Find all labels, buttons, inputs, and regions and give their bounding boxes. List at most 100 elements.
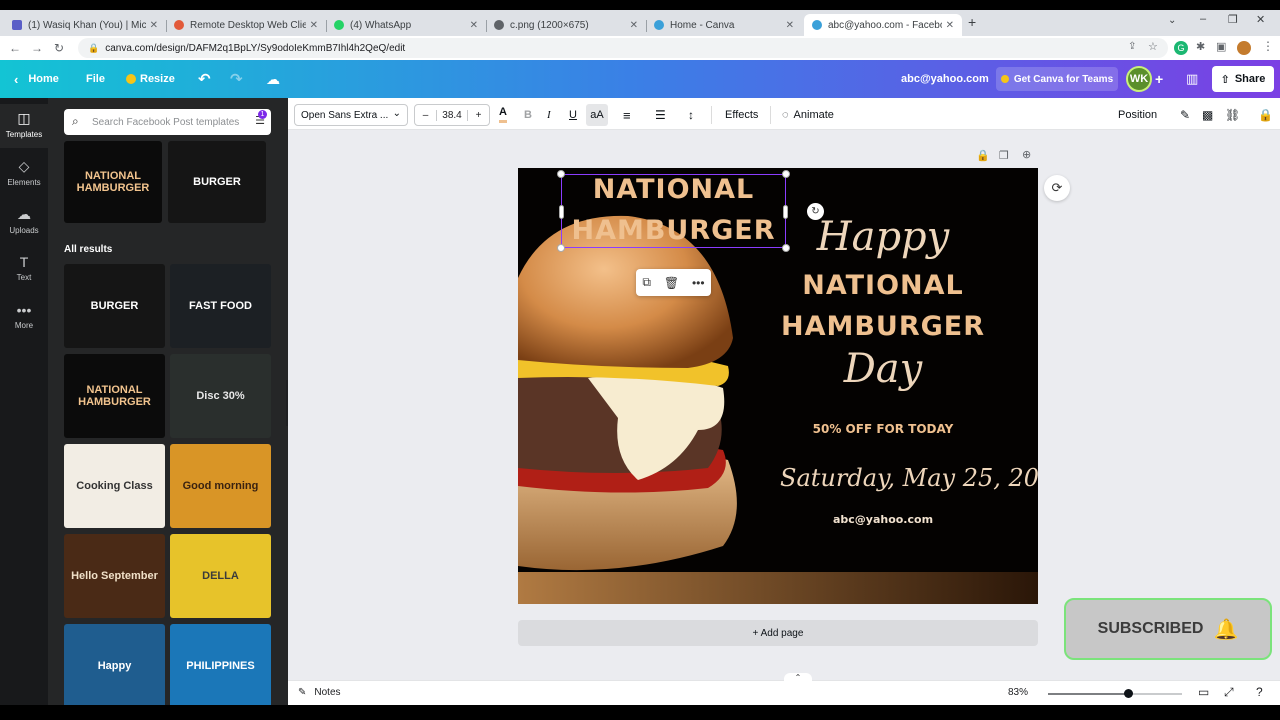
position-button[interactable]: Position — [1118, 104, 1157, 126]
link-icon[interactable]: ⛓ — [1225, 104, 1240, 126]
duplicate-page-icon[interactable]: ❐ — [999, 149, 1009, 162]
rail-item-uploads[interactable]: ☁ Uploads — [0, 206, 48, 235]
day-script-text[interactable]: Day — [798, 346, 968, 392]
page-view-icon[interactable]: ▭ — [1198, 685, 1209, 699]
template-thumbnail[interactable]: BURGER — [168, 141, 266, 223]
restore-icon[interactable]: ❐ — [1228, 13, 1238, 26]
template-thumbnail[interactable]: Disc 30% — [170, 354, 271, 438]
rail-item-elements[interactable]: ◇ Elements — [0, 158, 48, 187]
align-center-icon[interactable]: ≡ — [623, 104, 631, 126]
add-collaborator-icon[interactable]: + — [1155, 60, 1163, 98]
template-thumbnail[interactable]: Good morning — [170, 444, 271, 528]
reload-icon[interactable]: ↻ — [48, 41, 70, 55]
template-thumbnail[interactable]: BURGER — [64, 264, 165, 348]
browser-tab-remote-desktop[interactable]: Remote Desktop Web Client ✕ — [166, 14, 326, 36]
zoom-value[interactable]: 83% — [1008, 687, 1028, 698]
help-icon[interactable]: ? — [1256, 685, 1263, 699]
list-icon[interactable]: ☰ — [655, 104, 666, 126]
resize-handle[interactable] — [783, 205, 788, 219]
template-thumbnail[interactable]: Hello September — [64, 534, 165, 618]
avatar[interactable]: WK — [1126, 66, 1152, 92]
zoom-slider[interactable] — [1048, 689, 1182, 698]
template-thumbnail[interactable]: NATIONAL HAMBURGER — [64, 354, 165, 438]
grammarly-icon[interactable]: G — [1174, 41, 1188, 55]
browser-tab-canva-home[interactable]: Home - Canva ✕ — [646, 14, 802, 36]
bold-icon[interactable]: B — [524, 104, 532, 126]
email-text[interactable]: abc@yahoo.com — [778, 513, 988, 526]
redo-icon[interactable]: ↷ — [230, 60, 243, 98]
transparency-icon[interactable]: ▩ — [1202, 104, 1213, 126]
get-canva-teams-button[interactable]: Get Canva for Teams — [996, 67, 1118, 91]
rotate-icon[interactable]: ↻ — [807, 203, 824, 220]
profile-avatar-icon[interactable] — [1237, 41, 1251, 55]
paint-format-icon[interactable]: ✎ — [1180, 104, 1190, 126]
add-page-icon[interactable]: ⊕ — [1022, 148, 1031, 161]
selection-box[interactable] — [557, 170, 790, 252]
share-page-icon[interactable]: ⇪ — [1128, 41, 1136, 52]
text-color-icon[interactable]: A — [499, 104, 507, 123]
insights-icon[interactable]: ▥ — [1186, 60, 1198, 98]
underline-icon[interactable]: U — [569, 104, 577, 126]
resize-handle[interactable] — [557, 244, 565, 252]
resize-handle[interactable] — [782, 244, 790, 252]
browser-menu-icon[interactable]: ⋮ — [1262, 39, 1274, 53]
resize-button[interactable]: Resize — [126, 60, 175, 98]
browser-tab-teams[interactable]: (1) Wasiq Khan (You) | Microsoft ✕ — [4, 14, 166, 36]
animate-button[interactable]: ◌ Animate — [782, 104, 834, 126]
happy-script-text[interactable]: Happy — [788, 214, 978, 260]
bookmark-star-icon[interactable]: ☆ — [1148, 40, 1158, 53]
close-icon[interactable]: ✕ — [630, 20, 638, 31]
font-family-select[interactable]: Open Sans Extra ... ⌄ — [294, 104, 408, 126]
refresh-suggestion-icon[interactable]: ⟳ — [1044, 175, 1070, 201]
close-icon[interactable]: ✕ — [786, 20, 794, 31]
browser-tab-image[interactable]: c.png (1200×675) ✕ — [486, 14, 646, 36]
cloud-save-icon[interactable]: ☁ — [266, 60, 280, 98]
forward-icon[interactable]: → — [26, 41, 48, 55]
add-page-button[interactable]: + Add page — [518, 620, 1038, 646]
national-heading[interactable]: NATIONAL — [778, 270, 988, 301]
tab-search-icon[interactable]: ⌄ — [1168, 15, 1176, 26]
template-thumbnail[interactable]: PHILIPPINES — [170, 624, 271, 705]
resize-handle[interactable] — [559, 205, 564, 219]
undo-icon[interactable]: ↶ — [198, 60, 211, 98]
minimize-icon[interactable]: – — [1200, 13, 1206, 25]
back-icon[interactable]: ← — [4, 41, 26, 55]
rail-item-templates[interactable]: ◫ Templates — [0, 110, 48, 139]
close-icon[interactable]: ✕ — [470, 20, 478, 31]
template-thumbnail[interactable]: Cooking Class — [64, 444, 165, 528]
template-thumbnail[interactable]: Happy — [64, 624, 165, 705]
hamburger-heading[interactable]: HAMBURGER — [778, 311, 988, 342]
zoom-slider-thumb[interactable] — [1124, 689, 1134, 698]
rail-item-text[interactable]: T Text — [0, 254, 48, 282]
close-icon[interactable]: ✕ — [946, 20, 954, 31]
resize-handle[interactable] — [782, 170, 790, 178]
template-thumbnail[interactable]: DELLA — [170, 534, 271, 618]
date-script-text[interactable]: Saturday, May 25, 2022 — [780, 464, 1038, 492]
template-search-input[interactable]: ⌕ Search Facebook Post templates ☰ 1 — [64, 109, 271, 135]
close-icon[interactable]: ✕ — [150, 20, 158, 31]
browser-tab-whatsapp[interactable]: (4) WhatsApp ✕ — [326, 14, 486, 36]
effects-button[interactable]: Effects — [725, 104, 758, 126]
resize-handle[interactable] — [557, 170, 565, 178]
font-size-stepper[interactable]: – 38.4 + — [414, 104, 490, 126]
letter-case-icon[interactable]: aA — [586, 104, 608, 126]
home-button[interactable]: ‹ Home — [14, 60, 59, 98]
sidebar-icon[interactable]: ▣ — [1216, 40, 1226, 53]
browser-tab-canva-design[interactable]: abc@yahoo.com - Facebook Post ✕ — [804, 14, 962, 36]
increase-size-icon[interactable]: + — [467, 109, 489, 121]
lock-icon[interactable]: 🔒 — [1258, 104, 1273, 126]
duplicate-icon[interactable]: ⧉ — [642, 275, 651, 290]
new-tab-icon[interactable]: + — [968, 14, 976, 30]
lock-page-icon[interactable]: 🔒 — [976, 149, 990, 162]
close-icon[interactable]: ✕ — [310, 20, 318, 31]
url-field[interactable]: 🔒 canva.com/design/DAFM2q1BpLY/Sy9odoIeK… — [78, 38, 1168, 58]
decrease-size-icon[interactable]: – — [415, 109, 437, 121]
trash-icon[interactable]: 🗑 — [664, 276, 679, 290]
chevron-up-icon[interactable]: ⌃ — [784, 673, 812, 683]
file-menu-button[interactable]: File — [86, 60, 105, 98]
share-button[interactable]: ⇧ Share — [1212, 66, 1274, 92]
italic-icon[interactable]: I — [547, 104, 551, 126]
document-title[interactable]: abc@yahoo.com — [901, 60, 989, 98]
offer-text[interactable]: 50% OFF FOR TODAY — [778, 422, 988, 436]
extensions-icon[interactable]: ✱ — [1196, 40, 1205, 53]
